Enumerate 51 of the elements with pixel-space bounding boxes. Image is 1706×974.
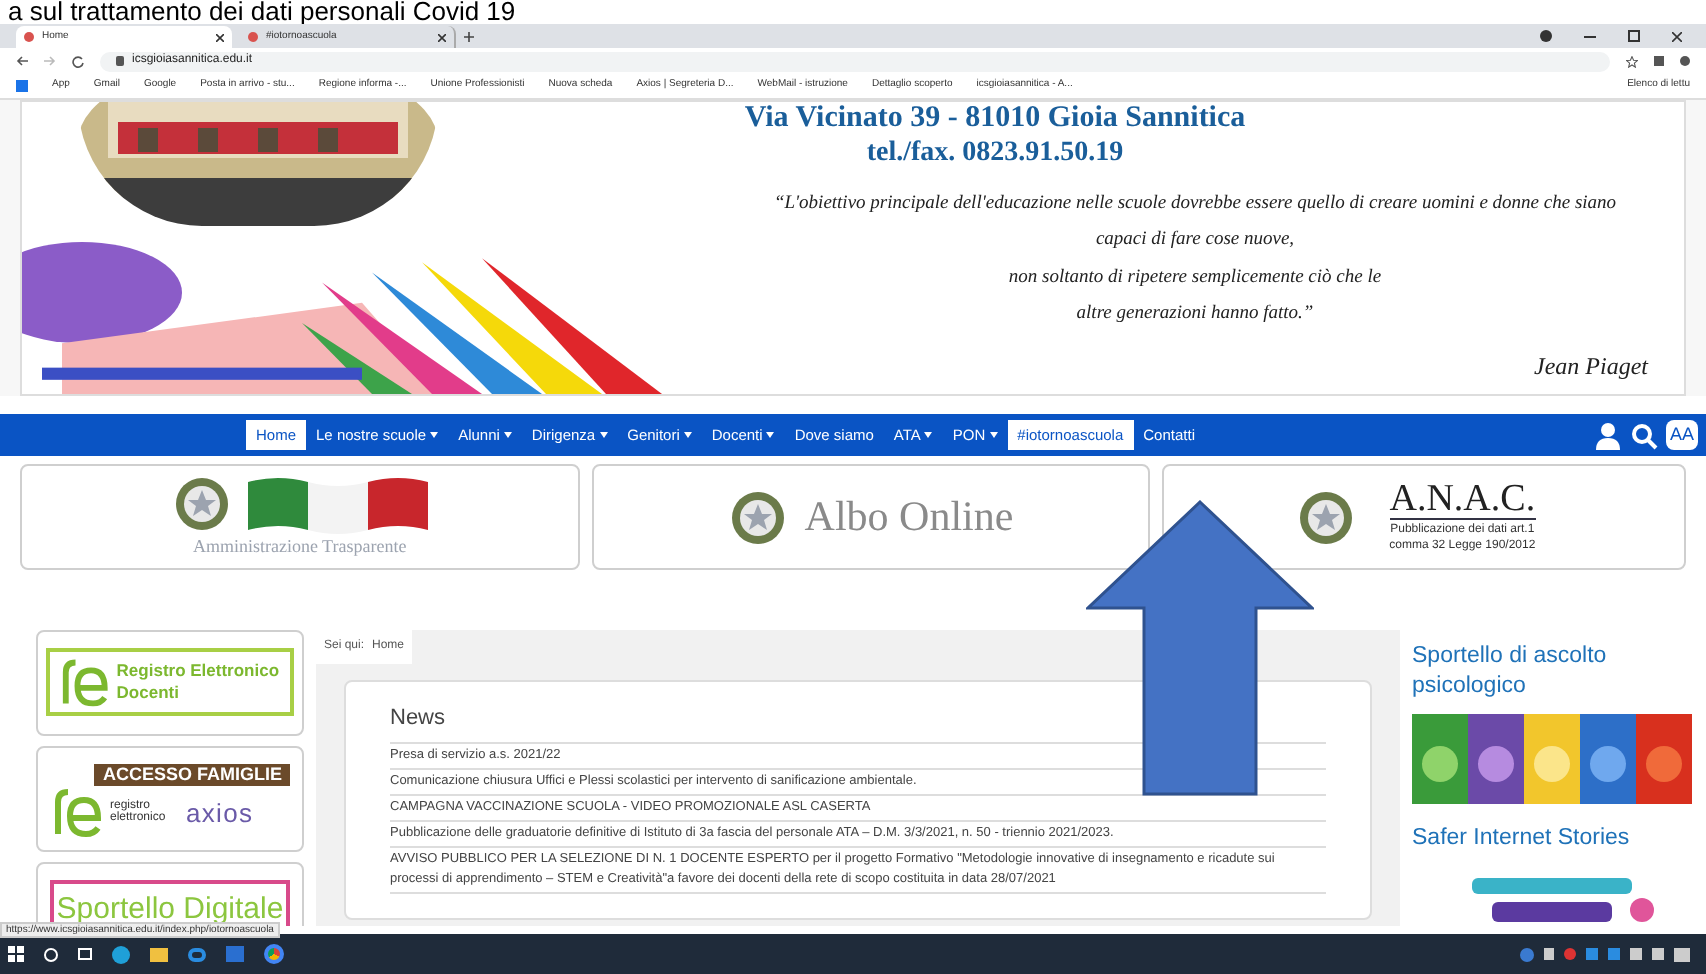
font-size-button[interactable]: AA [1665,420,1698,450]
folder-icon[interactable] [150,947,168,961]
widget-title: Safer Internet Stories [1412,824,1632,854]
star-icon[interactable] [1626,55,1638,67]
close-icon[interactable] [216,33,224,41]
close-icon[interactable] [438,33,446,41]
minimize-icon[interactable] [1584,35,1596,37]
maximize-icon[interactable] [1628,30,1640,42]
caption-text: a sul trattamento dei dati personali Covid 19 [8,0,516,24]
caret-icon [430,432,439,438]
caret-icon [599,432,608,438]
favicon-icon [24,32,34,42]
windows-start-icon[interactable] [8,946,24,962]
back-icon[interactable] [16,56,28,66]
caret-icon [503,432,512,438]
reload-icon[interactable] [72,55,84,67]
banner-title: A.N.A.C. [1389,480,1536,520]
quote-line: altre generazioni hanno fatto.” [1076,301,1314,328]
caret-icon [989,432,998,438]
search-icon[interactable] [1629,421,1658,449]
close-icon[interactable] [1672,31,1682,41]
axios-logo: axios [186,795,254,831]
app-icon[interactable] [188,947,206,961]
flag-icon [247,473,428,534]
emblem-icon [728,487,789,547]
favicon-icon [248,32,258,42]
search-icon[interactable] [44,947,58,961]
task-view-icon[interactable] [78,948,92,960]
sidebar-title: ACCESSO FAMIGLIE [94,764,290,787]
school-address: Via Vicinato 39 - 81010 Gioia Sannitica [744,102,1246,136]
banner-title: Amministrazione Trasparente [192,533,407,560]
quote-line: capaci di fare cose nuove, [1095,228,1295,255]
banner-title: Albo Online [804,489,1014,544]
widget-title: Sportello di ascolto psicologico [1412,642,1609,702]
caret-icon [766,432,775,438]
emblem-icon [1296,487,1357,547]
sidebar-title: Sportello Digitale [56,893,284,923]
chrome-icon[interactable] [264,944,284,964]
e-logo-icon [58,656,109,708]
sidebar-title: Registro Elettronico Docenti [116,660,282,704]
quote-line: “L'obiettivo principale dell'educazione nelle scuole dovrebbe essere quello di creare uomini e donne che siano [773,192,1617,218]
caret-icon [924,432,933,438]
quote-line: non soltanto di ripetere semplicemente ciò che le [1008,265,1382,291]
new-tab-icon[interactable] [464,32,474,42]
e-logo-icon [50,786,102,839]
quote-author: Jean Piaget [1534,350,1648,384]
caret-icon [683,432,692,438]
emblem-icon [171,473,232,534]
news-heading: News [390,706,446,730]
school-phone: tel./fax. 0823.91.50.19 [866,136,1124,170]
notification-icon[interactable] [1674,947,1690,961]
